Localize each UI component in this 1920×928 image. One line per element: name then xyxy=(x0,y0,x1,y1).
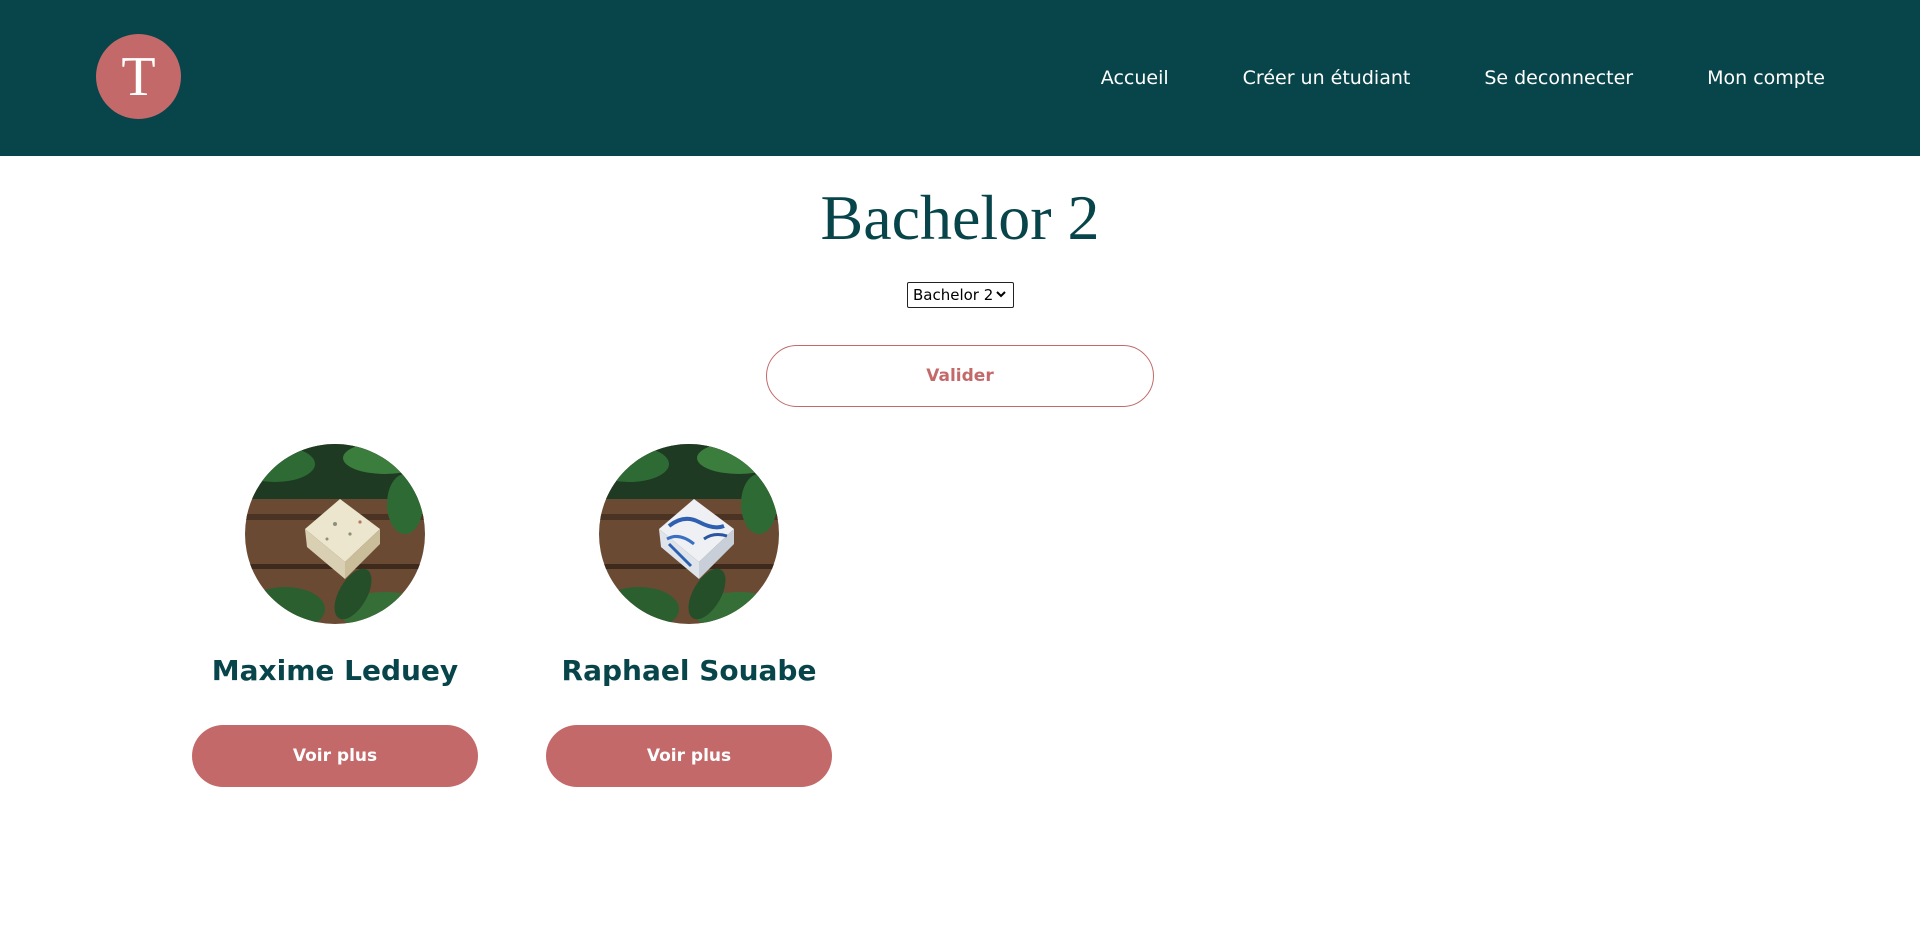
see-more-label: Voir plus xyxy=(292,746,378,766)
nav-link-accueil[interactable]: Accueil xyxy=(1101,67,1169,89)
student-name: Maxime Leduey xyxy=(211,654,459,687)
main-nav: Accueil Créer un étudiant Se deconnecter… xyxy=(1027,0,1825,156)
nav-link-my-account[interactable]: Mon compte xyxy=(1707,67,1825,89)
soap-photo xyxy=(245,444,425,624)
see-more-button[interactable]: Voir plus xyxy=(546,725,832,787)
logo[interactable]: T xyxy=(96,34,181,119)
site-header: T Accueil Créer un étudiant Se deconnect… xyxy=(0,0,1920,156)
student-avatar xyxy=(599,444,779,624)
see-more-button[interactable]: Voir plus xyxy=(192,725,478,787)
class-select[interactable]: Bachelor 2 xyxy=(907,282,1014,308)
see-more-label: Voir plus xyxy=(646,746,732,766)
chevron-down-icon xyxy=(996,291,1006,298)
validate-button-label: Valider xyxy=(926,366,994,386)
nav-link-logout[interactable]: Se deconnecter xyxy=(1484,67,1633,89)
page-title: Bachelor 2 xyxy=(820,182,1100,253)
nav-link-create-student[interactable]: Créer un étudiant xyxy=(1243,67,1411,89)
validate-button[interactable]: Valider xyxy=(766,345,1154,407)
soap-photo xyxy=(599,444,779,624)
student-avatar xyxy=(245,444,425,624)
logo-letter: T xyxy=(121,45,156,108)
student-name: Raphael Souabe xyxy=(561,654,817,687)
class-select-value: Bachelor 2 xyxy=(913,286,994,304)
